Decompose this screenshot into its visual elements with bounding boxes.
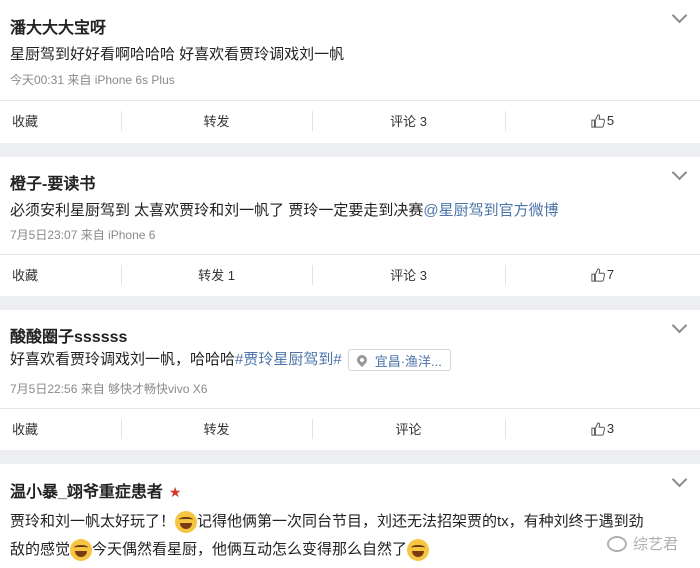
post-meta: 7月5日22:56 来自 够快才畅快vivo X6 <box>10 382 208 396</box>
watermark: 综艺君 <box>606 533 678 554</box>
thumbs-up-icon <box>591 421 605 436</box>
laughing-tears-emoji <box>70 539 93 562</box>
like-button[interactable]: 3 <box>505 409 700 448</box>
separator <box>0 450 700 464</box>
comment-button[interactable]: 评论 3 <box>312 255 505 294</box>
username[interactable]: 橙子-要读书 <box>10 170 95 194</box>
like-button[interactable]: 5 <box>505 101 700 140</box>
username[interactable]: 酸酸圈子ssssss <box>10 323 127 347</box>
chevron-down-icon[interactable] <box>671 7 688 24</box>
laughing-tears-emoji <box>407 539 430 562</box>
repost-button[interactable]: 转发 <box>121 101 312 140</box>
location-pin-icon <box>354 352 369 368</box>
post-meta: 今天00:31 来自 iPhone 6s Plus <box>10 73 175 87</box>
post-card: 潘大大大宝呀 星厨驾到好好看啊哈哈哈 好喜欢看贾玲调戏刘一帆 今天00:31 来… <box>0 0 700 143</box>
separator <box>0 143 700 157</box>
chevron-down-icon[interactable] <box>671 164 688 181</box>
laughing-tears-emoji <box>175 511 198 534</box>
chevron-down-icon[interactable] <box>671 471 688 488</box>
post-card: 温小暴_翊爷重症患者 ★ 贾玲和刘一帆太好玩了！ 记得他俩第一次同台节目，刘还无法招… <box>0 464 700 568</box>
post-card: 橙子-要读书 必须安利星厨驾到 太喜欢贾玲和刘一帆了 贾玲一定要走到决赛@星厨驾… <box>0 157 700 296</box>
post-meta: 7月5日23:07 来自 iPhone 6 <box>10 228 156 242</box>
username[interactable]: 温小暴_翊爷重症患者 ★ <box>10 478 181 502</box>
post-card: 酸酸圈子ssssss 好喜欢看贾玲调戏刘一帆，哈哈哈#贾玲星厨驾到# 宜昌·渔洋.… <box>0 310 700 450</box>
repost-button[interactable]: 转发 1 <box>121 255 312 294</box>
collect-button[interactable]: 收藏 <box>0 255 121 294</box>
post-text: 敌的感觉 今天偶然看星厨，他俩互动怎么变得那么自然了 <box>10 538 430 562</box>
mention-link[interactable]: @星厨驾到官方微博 <box>423 202 558 219</box>
wechat-icon <box>606 535 627 552</box>
username[interactable]: 潘大大大宝呀 <box>10 14 106 38</box>
separator <box>0 296 700 310</box>
thumbs-up-icon <box>591 113 605 128</box>
comment-button[interactable]: 评论 <box>312 409 505 448</box>
location-tag[interactable]: 宜昌·渔洋... <box>347 349 451 372</box>
chevron-down-icon[interactable] <box>671 317 688 334</box>
post-text: 好喜欢看贾玲调戏刘一帆，哈哈哈#贾玲星厨驾到# 宜昌·渔洋... <box>10 348 451 372</box>
thumbs-up-icon <box>591 267 605 282</box>
collect-button[interactable]: 收藏 <box>0 101 121 140</box>
collect-button[interactable]: 收藏 <box>0 409 121 448</box>
post-text: 贾玲和刘一帆太好玩了！ 记得他俩第一次同台节目，刘还无法招架贾的tx，有种刘终于遇… <box>10 510 644 534</box>
star-icon: ★ <box>168 484 182 500</box>
action-bar: 收藏 转发 评论 3 <box>0 408 700 448</box>
action-bar: 收藏 转发 评论 3 5 <box>0 100 700 140</box>
comment-button[interactable]: 评论 3 <box>312 101 505 140</box>
hashtag-link[interactable]: #贾玲星厨驾到# <box>235 351 342 368</box>
post-text: 必须安利星厨驾到 太喜欢贾玲和刘一帆了 贾玲一定要走到决赛@星厨驾到官方微博 <box>10 202 559 219</box>
action-bar: 收藏 转发 1 评论 3 7 <box>0 254 700 294</box>
like-button[interactable]: 7 <box>505 255 700 294</box>
post-text: 星厨驾到好好看啊哈哈哈 好喜欢看贾玲调戏刘一帆 <box>10 46 345 63</box>
repost-button[interactable]: 转发 <box>121 409 312 448</box>
